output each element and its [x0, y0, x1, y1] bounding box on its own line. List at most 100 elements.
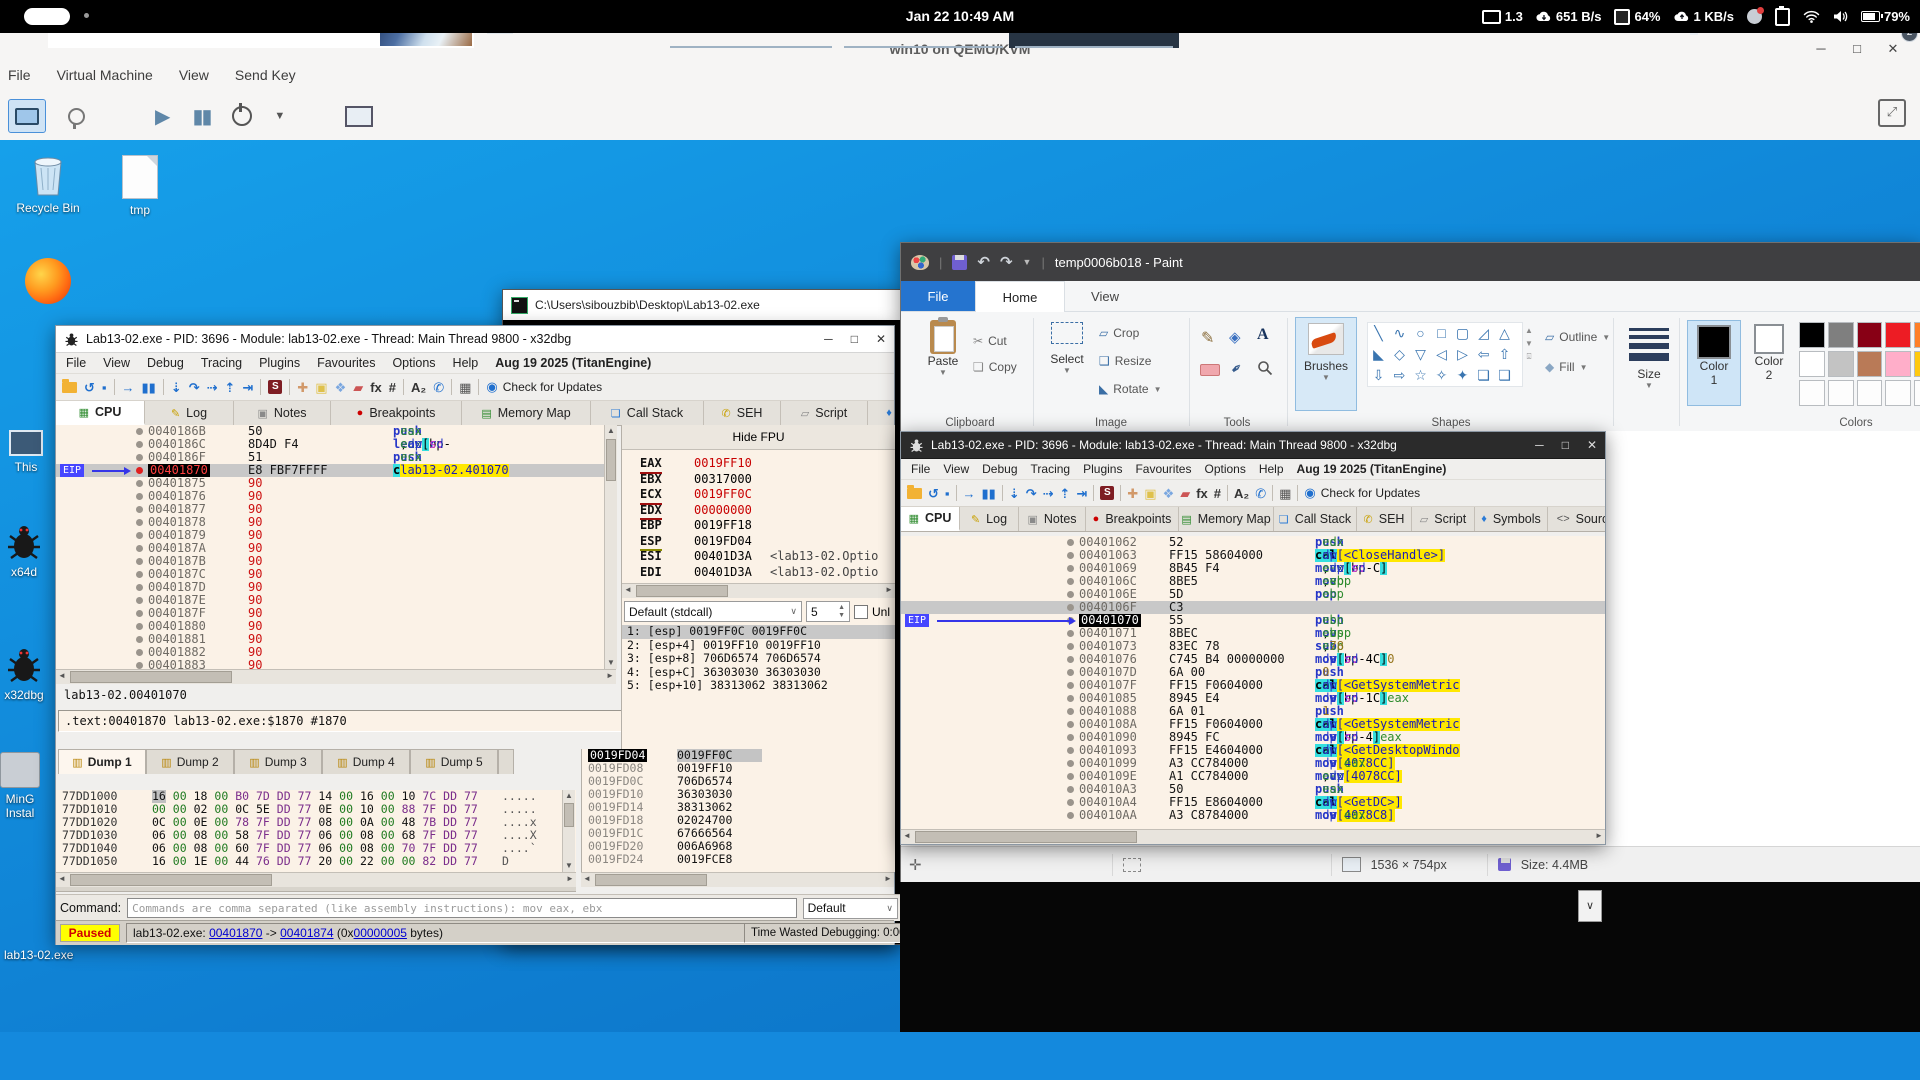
stack-arg-row[interactable]: 3: [esp+8] 706D6574 706D6574: [622, 652, 895, 666]
disasm-row[interactable]: 00401063FF15 58604000call dword ptr ds:[…: [901, 549, 1605, 562]
register-row[interactable]: EBX00317000: [622, 472, 895, 488]
toolbar-icon[interactable]: ✚: [297, 381, 308, 394]
status-link[interactable]: 00401874: [280, 926, 333, 940]
tab-cpu[interactable]: ▦CPU: [56, 401, 145, 425]
paint-title-bar[interactable]: | ↶ ↷ ▼ | temp0006b018 - Paint: [901, 243, 1920, 281]
breakpoint-dot[interactable]: [136, 571, 143, 578]
unlocked-checkbox[interactable]: Unl: [854, 601, 890, 622]
desktop-icon-tmp[interactable]: tmp: [100, 155, 180, 217]
menu-debug[interactable]: Debug: [147, 356, 184, 370]
register-row[interactable]: EDI00401D3A<lab13-02.Optio: [622, 565, 895, 581]
tab-script[interactable]: ▱Script: [781, 401, 868, 425]
tab-view[interactable]: View: [1065, 281, 1145, 311]
disasm-row[interactable]: 00401870E8 FBF7FFFFcall lab13-02.401070: [56, 464, 604, 477]
palette-empty-slot[interactable]: [1799, 380, 1825, 406]
open-file-icon[interactable]: [62, 382, 77, 393]
clipboard-icon[interactable]: [1775, 8, 1790, 26]
palette-color[interactable]: [1914, 322, 1920, 348]
breakpoint-dot[interactable]: [136, 610, 143, 617]
breakpoint-dot[interactable]: [136, 467, 143, 474]
breakpoint-dot[interactable]: [1067, 695, 1074, 702]
command-mode-select[interactable]: Default∨: [803, 898, 898, 919]
disasm-row[interactable]: 0040187C90nop: [56, 568, 604, 581]
shape-tool[interactable]: ❏: [1473, 365, 1494, 386]
palette-empty-slot[interactable]: [1914, 380, 1920, 406]
maximize-button[interactable]: □: [851, 332, 858, 346]
breakpoint-dot[interactable]: [1067, 643, 1074, 650]
toolbar-icon[interactable]: ↷: [189, 381, 200, 394]
toolbar-icon[interactable]: ⇡: [225, 381, 236, 394]
disasm-row[interactable]: 0040187890nop: [56, 516, 604, 529]
toolbar-icon[interactable]: ▰: [353, 381, 363, 394]
breakpoint-dot[interactable]: [1067, 565, 1074, 572]
dbg2-disasm-hscrollbar[interactable]: ◄►: [901, 829, 1605, 844]
shape-tool[interactable]: ◣: [1368, 344, 1389, 365]
breakpoint-dot[interactable]: [136, 545, 143, 552]
menu-debug[interactable]: Debug: [982, 462, 1017, 476]
tab-memory-map[interactable]: ▤Memory Map: [462, 401, 591, 425]
stack-row[interactable]: 0019FD240019FCE8: [582, 853, 895, 866]
resize-button[interactable]: ❑Resize: [1099, 354, 1151, 368]
toolbar-icon[interactable]: #: [389, 381, 396, 394]
breakpoint-dot[interactable]: [1067, 578, 1074, 585]
vm-run-button[interactable]: ▶: [155, 104, 170, 129]
disasm-row[interactable]: 0040187B90nop: [56, 555, 604, 568]
dbg1-tab-bar[interactable]: ▦CPU✎Log▣Notes●Breakpoints▤Memory Map❏Ca…: [56, 401, 894, 426]
toolbar-icon[interactable]: ↺: [928, 487, 939, 500]
brushes-button[interactable]: Brushes ▼: [1295, 317, 1357, 411]
breakpoint-dot[interactable]: [1067, 682, 1074, 689]
dbg1-registers-pane[interactable]: Hide FPUEAX0019FF10EBX00317000ECX0019FF0…: [621, 425, 895, 749]
toolbar-icon[interactable]: ▪: [102, 381, 107, 394]
color2-button[interactable]: Color 2: [1745, 320, 1793, 404]
disasm-row[interactable]: 0040187F90nop: [56, 607, 604, 620]
menu-view[interactable]: View: [943, 462, 969, 476]
breakpoint-dot[interactable]: [136, 636, 143, 643]
menu-file[interactable]: File: [66, 356, 86, 370]
disasm-row[interactable]: 0040188090nop: [56, 620, 604, 633]
disasm-row[interactable]: 0040187A90nop: [56, 542, 604, 555]
menu-plugin-date[interactable]: Aug 19 2025 (TitanEngine): [495, 356, 651, 370]
tab-memory-map[interactable]: ▤Memory Map: [1179, 507, 1274, 531]
breakpoint-dot[interactable]: [1067, 760, 1074, 767]
battery-indicator[interactable]: 79%: [1861, 9, 1910, 24]
toolbar-icon[interactable]: ⇢: [207, 381, 218, 394]
vm-shutdown-button[interactable]: [232, 106, 252, 126]
toolbar-icon[interactable]: ⇣: [171, 381, 182, 394]
palette-color[interactable]: [1857, 351, 1883, 377]
palette-color[interactable]: [1857, 322, 1883, 348]
shape-tool[interactable]: ◿: [1473, 323, 1494, 344]
toolbar-icon[interactable]: ✚: [1127, 487, 1138, 500]
toolbar-icon[interactable]: ⇡: [1060, 487, 1071, 500]
disasm-row[interactable]: 00401099A3 CC784000mov dword ptr ds:[407…: [901, 757, 1605, 770]
register-row[interactable]: EDX00000000: [622, 503, 895, 519]
vm-menu-file[interactable]: File: [8, 67, 31, 83]
shape-tool[interactable]: ⇧: [1494, 344, 1515, 365]
breakpoint-dot[interactable]: [136, 506, 143, 513]
breakpoint-dot[interactable]: [1067, 604, 1074, 611]
disasm-row[interactable]: 0040187790nop: [56, 503, 604, 516]
palette-empty-slot[interactable]: [1885, 380, 1911, 406]
toolbar-icon[interactable]: ❖: [1163, 487, 1175, 500]
tab-breakpoints[interactable]: ●Breakpoints: [1086, 507, 1179, 531]
disasm-row[interactable]: 0040187590nop: [56, 477, 604, 490]
toolbar-icon[interactable]: A₂: [411, 381, 426, 394]
scylla-icon[interactable]: S: [1100, 486, 1114, 500]
maximize-button[interactable]: □: [1562, 438, 1569, 452]
dbg1-dump-rows[interactable]: 77DD100016 00 18 00 B0 7D DD 77 14 00 16…: [56, 790, 576, 872]
register-row[interactable]: ECX0019FF0C: [622, 487, 895, 503]
toolbar-icon[interactable]: →: [963, 487, 976, 500]
desktop-label-lab13-02[interactable]: lab13-02.exe: [4, 948, 73, 962]
stack-arg-row[interactable]: 5: [esp+10] 38313062 38313062: [622, 679, 895, 693]
minimize-button[interactable]: ─: [824, 332, 833, 346]
vm-screenshot-icon[interactable]: [345, 106, 373, 127]
menu-options[interactable]: Options: [1204, 462, 1245, 476]
redo-icon[interactable]: ↷: [1000, 253, 1013, 271]
stack-arg-row[interactable]: 2: [esp+4] 0019FF10 0019FF10: [622, 639, 895, 653]
toolbar-icon[interactable]: ▦: [1279, 487, 1291, 500]
disasm-row[interactable]: 0040188290nop: [56, 646, 604, 659]
disasm-row[interactable]: 004010718BECmov ebp,esp: [901, 627, 1605, 640]
vm-display-button[interactable]: [8, 99, 46, 133]
toolbar-icon[interactable]: ⇢: [1043, 487, 1054, 500]
breakpoint-dot[interactable]: [1067, 656, 1074, 663]
tab-seh[interactable]: ✆SEH: [1357, 507, 1412, 531]
